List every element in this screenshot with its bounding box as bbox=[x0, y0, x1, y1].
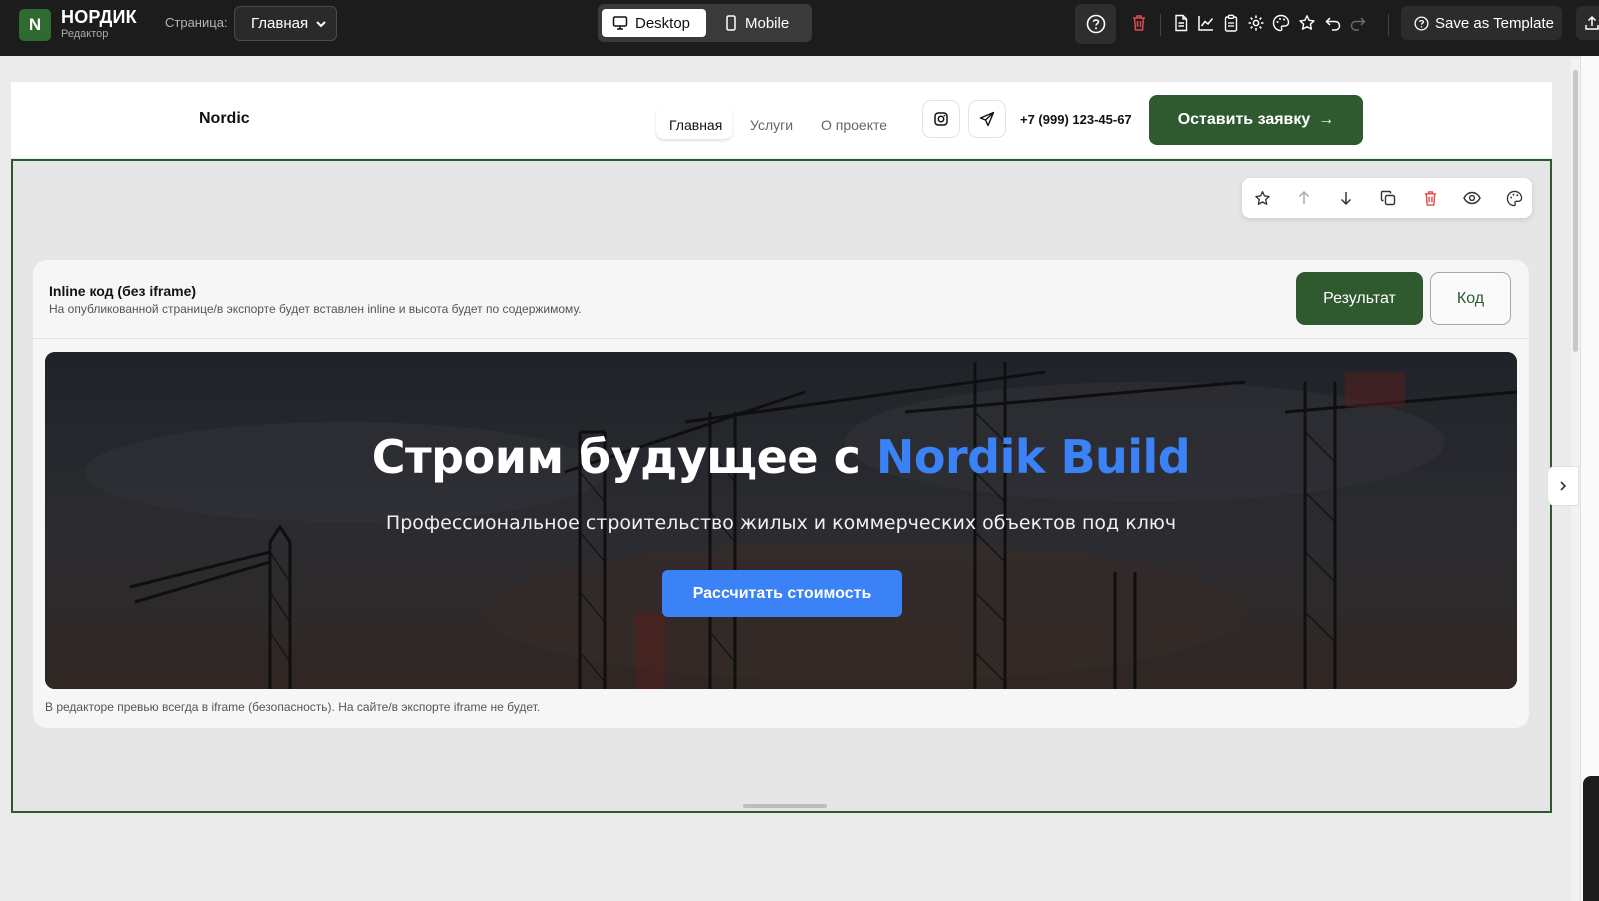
save-as-template-button[interactable]: Save as Template bbox=[1401, 6, 1562, 40]
copy-icon bbox=[1380, 190, 1396, 206]
help-circle-icon bbox=[1414, 15, 1429, 31]
site-logo[interactable]: Nordic bbox=[199, 110, 250, 128]
toolbar-separator bbox=[1160, 14, 1161, 36]
section-duplicate-button[interactable] bbox=[1378, 188, 1398, 208]
site-header[interactable]: Nordic Главная Услуги О проекте +7 (999)… bbox=[11, 82, 1552, 158]
hero-cta-button[interactable]: Рассчитать стоимость bbox=[662, 570, 902, 617]
theme-button[interactable] bbox=[1270, 12, 1292, 34]
section-move-down-button[interactable] bbox=[1336, 188, 1356, 208]
nav-item-home[interactable]: Главная bbox=[669, 117, 722, 133]
block-subtitle: На опубликованной странице/в экспорте бу… bbox=[49, 302, 582, 316]
hero-title: Строим будущее с Nordik Build bbox=[45, 430, 1517, 484]
line-chart-icon bbox=[1198, 16, 1214, 31]
section-favorite-button[interactable] bbox=[1252, 188, 1272, 208]
header-cta-label: Оставить заявку bbox=[1177, 111, 1311, 128]
arrow-up-icon bbox=[1298, 190, 1310, 204]
page-select-label: Страница: bbox=[165, 15, 228, 30]
star-icon bbox=[1254, 190, 1270, 205]
telegram-button[interactable] bbox=[968, 100, 1006, 138]
floating-widget[interactable] bbox=[1583, 776, 1599, 901]
clipboard-button[interactable] bbox=[1220, 12, 1242, 34]
send-icon bbox=[979, 111, 995, 127]
monitor-icon bbox=[612, 16, 628, 30]
block-note: В редакторе превью всегда в iframe (безо… bbox=[45, 700, 541, 714]
selected-section[interactable]: Inline код (без iframe) На опубликованно… bbox=[11, 159, 1552, 813]
export-button[interactable] bbox=[1576, 6, 1599, 40]
gear-icon bbox=[1248, 15, 1264, 31]
app-brand: НОРДИК bbox=[61, 7, 137, 27]
device-toggle: Desktop Mobile bbox=[598, 4, 812, 42]
pages-button[interactable] bbox=[1170, 12, 1192, 34]
favorites-button[interactable] bbox=[1296, 12, 1318, 34]
delete-page-button[interactable] bbox=[1128, 12, 1150, 34]
undo-icon bbox=[1325, 17, 1341, 31]
device-desktop-button[interactable]: Desktop bbox=[602, 9, 706, 37]
site-phone[interactable]: +7 (999) 123-45-67 bbox=[1020, 112, 1132, 127]
device-mobile-label: Mobile bbox=[745, 14, 790, 32]
block-divider bbox=[33, 338, 1529, 339]
redo-icon bbox=[1350, 17, 1366, 31]
inline-code-block: Inline код (без iframe) На опубликованно… bbox=[33, 260, 1529, 728]
palette-icon bbox=[1506, 190, 1522, 206]
page-select-value: Главная bbox=[251, 15, 309, 32]
arrow-right-icon: → bbox=[1318, 111, 1335, 128]
trash-icon bbox=[1133, 15, 1145, 31]
hero-subtitle: Профессиональное строительство жилых и к… bbox=[385, 512, 1177, 534]
chevron-down-icon bbox=[316, 21, 326, 28]
analytics-button[interactable] bbox=[1195, 12, 1217, 34]
app-logo: N bbox=[19, 9, 51, 41]
help-circle-icon bbox=[1086, 14, 1105, 34]
hero-preview: Строим будущее с Nordik Build Профессион… bbox=[45, 352, 1517, 689]
redo-button[interactable] bbox=[1347, 12, 1369, 34]
palette-icon bbox=[1272, 14, 1290, 32]
toolbar-separator bbox=[1388, 14, 1389, 36]
arrow-down-icon bbox=[1340, 192, 1352, 206]
tab-result[interactable]: Результат bbox=[1296, 272, 1423, 325]
file-text-icon bbox=[1175, 14, 1188, 32]
properties-panel bbox=[1580, 56, 1599, 901]
instagram-icon bbox=[934, 112, 948, 126]
section-visibility-button[interactable] bbox=[1462, 188, 1482, 208]
page-select[interactable]: Главная bbox=[234, 6, 337, 41]
header-cta-button[interactable]: Оставить заявку → bbox=[1149, 95, 1363, 145]
hero-title-accent: Nordik Build bbox=[875, 430, 1191, 484]
eye-icon bbox=[1463, 191, 1481, 205]
clipboard-icon bbox=[1224, 14, 1238, 32]
section-style-button[interactable] bbox=[1504, 188, 1524, 208]
settings-button[interactable] bbox=[1245, 12, 1267, 34]
section-move-up-button[interactable] bbox=[1294, 188, 1314, 208]
tab-code[interactable]: Код bbox=[1430, 272, 1511, 325]
instagram-button[interactable] bbox=[922, 100, 960, 138]
scrollbar-thumb[interactable] bbox=[1573, 70, 1578, 352]
upload-icon bbox=[1585, 15, 1599, 30]
device-desktop-label: Desktop bbox=[635, 14, 691, 32]
device-mobile-button[interactable]: Mobile bbox=[714, 9, 808, 37]
smartphone-icon bbox=[726, 15, 736, 31]
star-icon bbox=[1299, 15, 1315, 30]
trash-icon bbox=[1424, 190, 1436, 206]
nav-item-services[interactable]: Услуги bbox=[750, 117, 793, 133]
chevron-right-icon bbox=[1560, 481, 1567, 491]
section-delete-button[interactable] bbox=[1420, 188, 1440, 208]
section-toolbar bbox=[1242, 178, 1532, 218]
app-brand-subtitle: Редактор bbox=[61, 28, 109, 40]
editor-toolbar: N НОРДИК Редактор Страница: Главная Desk… bbox=[0, 0, 1599, 56]
hero-title-main: Строим будущее с bbox=[371, 430, 876, 484]
nav-item-about[interactable]: О проекте bbox=[821, 117, 887, 133]
section-resize-handle[interactable] bbox=[743, 804, 827, 808]
block-title: Inline код (без iframe) bbox=[49, 283, 197, 299]
help-button[interactable] bbox=[1075, 4, 1116, 44]
save-as-template-label: Save as Template bbox=[1435, 14, 1554, 32]
panel-toggle-button[interactable] bbox=[1547, 466, 1579, 506]
undo-button[interactable] bbox=[1322, 12, 1344, 34]
